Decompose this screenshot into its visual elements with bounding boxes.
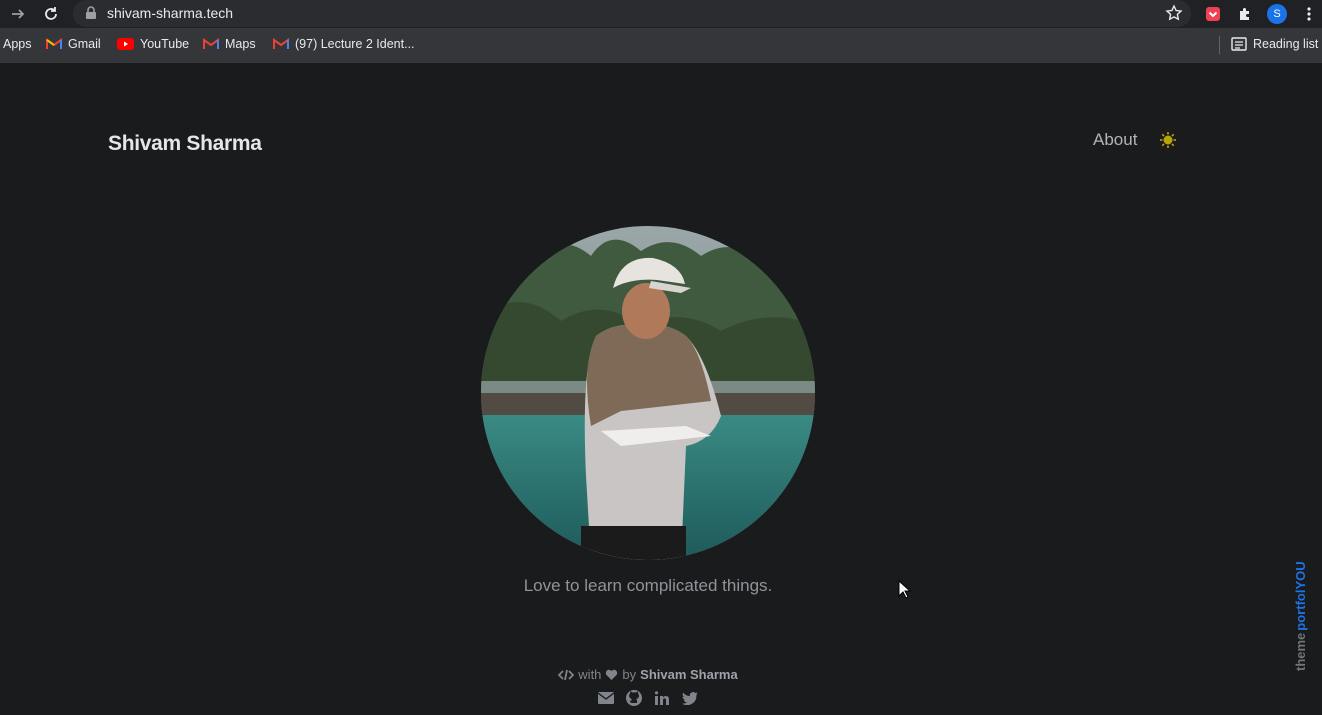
mouse-cursor-icon <box>898 580 912 599</box>
envelope-icon <box>598 692 614 704</box>
menu-button[interactable] <box>1298 3 1320 25</box>
address-bar[interactable]: shivam-sharma.tech <box>73 0 1191 27</box>
footer-with-text: with <box>578 667 602 682</box>
bookmark-lecture[interactable]: (97) Lecture 2 Ident... <box>273 37 415 51</box>
svg-text:themeportfolYOU: themeportfolYOU <box>1293 561 1308 671</box>
url-text: shivam-sharma.tech <box>107 5 234 21</box>
social-links <box>0 689 1296 707</box>
theme-toggle-sun-icon[interactable] <box>1159 131 1177 149</box>
reload-icon <box>45 7 57 20</box>
bookmark-star-icon[interactable] <box>1165 4 1183 22</box>
browser-toolbar: shivam-sharma.tech S <box>0 0 1322 28</box>
bookmarks-bar: Apps Gmail YouTube Maps (97) Lecture 2 I… <box>0 28 1322 63</box>
bookmark-maps[interactable]: Maps <box>203 37 256 51</box>
kebab-menu-icon <box>1307 7 1311 21</box>
code-icon <box>558 669 575 680</box>
gmail-icon <box>46 38 62 49</box>
forward-button[interactable] <box>7 3 29 25</box>
twitter-icon <box>682 691 698 705</box>
footer-credit: with by Shivam Sharma <box>0 667 1296 682</box>
bookmark-gmail[interactable]: Gmail <box>46 37 101 51</box>
pocket-extension-button[interactable] <box>1202 3 1224 25</box>
theme-credit-vertical[interactable]: themeportfolYOU <box>1292 558 1310 674</box>
tagline: Love to learn complicated things. <box>523 576 773 595</box>
reading-list-button[interactable]: Reading list <box>1231 37 1318 51</box>
site-brand[interactable]: Shivam Sharma <box>108 132 262 156</box>
profile-button[interactable]: S <box>1266 3 1288 25</box>
bookmarks-divider <box>1219 36 1220 54</box>
pocket-icon <box>1206 7 1220 21</box>
footer-by-text: by <box>622 667 637 682</box>
puzzle-icon <box>1240 8 1249 20</box>
twitter-link[interactable] <box>681 689 699 707</box>
bookmark-youtube[interactable]: YouTube <box>117 37 189 51</box>
email-link[interactable] <box>597 689 615 707</box>
nav-about-link[interactable]: About <box>1093 130 1137 150</box>
extensions-button[interactable] <box>1234 3 1256 25</box>
reload-button[interactable] <box>40 3 62 25</box>
profile-photo <box>481 226 815 560</box>
gmail-icon <box>203 38 219 49</box>
github-icon <box>626 690 642 706</box>
reading-list-icon <box>1231 37 1247 51</box>
github-link[interactable] <box>625 689 643 707</box>
linkedin-icon <box>655 691 669 705</box>
footer-author[interactable]: Shivam Sharma <box>640 667 738 682</box>
bookmark-apps[interactable]: Apps <box>3 37 32 51</box>
gmail-icon <box>273 38 289 49</box>
youtube-icon <box>117 38 134 50</box>
avatar: S <box>1267 4 1287 24</box>
arrow-right-icon <box>12 9 25 19</box>
page-content: Shivam Sharma About Love to learn compli… <box>0 63 1322 715</box>
lock-icon <box>86 6 96 19</box>
linkedin-link[interactable] <box>653 689 671 707</box>
heart-icon <box>606 669 618 680</box>
